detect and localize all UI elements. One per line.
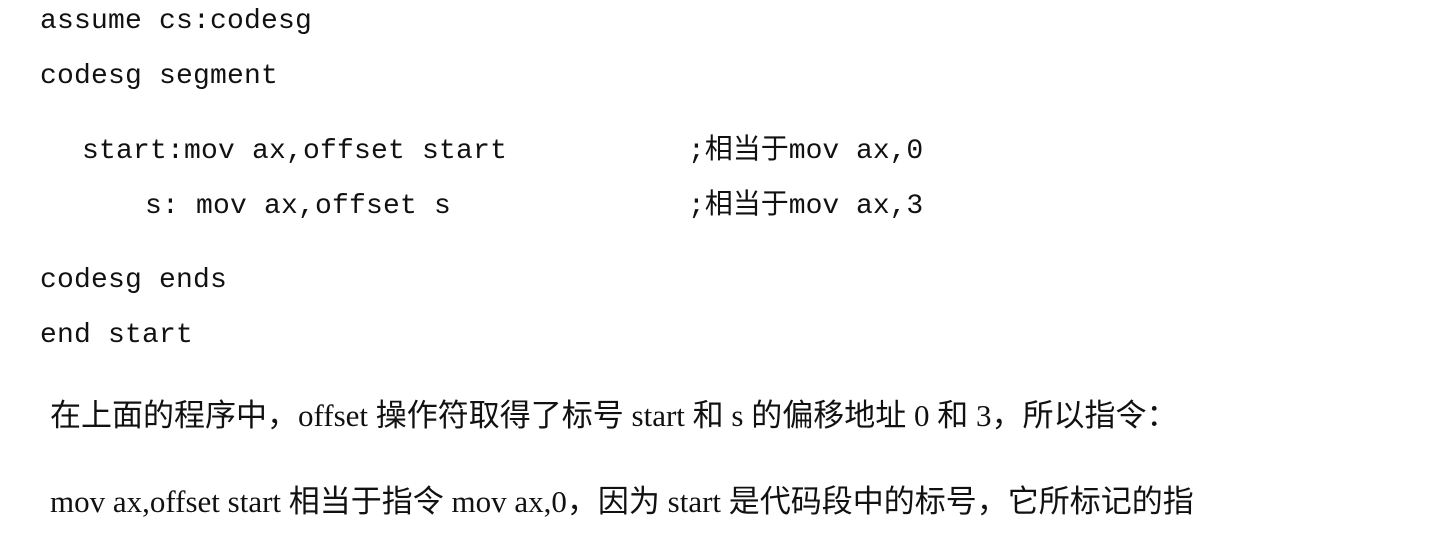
paragraph-line-1: 在上面的程序中，offset 操作符取得了标号 start 和 s 的偏移地址 … xyxy=(50,398,1178,433)
code-line-s-label: s: mov ax,offset s xyxy=(145,191,452,222)
code-line-segment: codesg segment xyxy=(40,61,279,92)
paragraph-line-2: mov ax,offset start 相当于指令 mov ax,0，因为 st… xyxy=(50,484,1194,519)
code-comment-start: ;相当于mov ax,0 xyxy=(688,136,924,167)
code-line-assume: assume cs:codesg xyxy=(40,6,313,37)
code-line-ends: codesg ends xyxy=(40,265,228,296)
code-comment-s: ;相当于mov ax,3 xyxy=(688,191,924,222)
code-line-end-start: end start xyxy=(40,320,194,351)
code-line-start-label: start:mov ax,offset start xyxy=(82,136,508,167)
